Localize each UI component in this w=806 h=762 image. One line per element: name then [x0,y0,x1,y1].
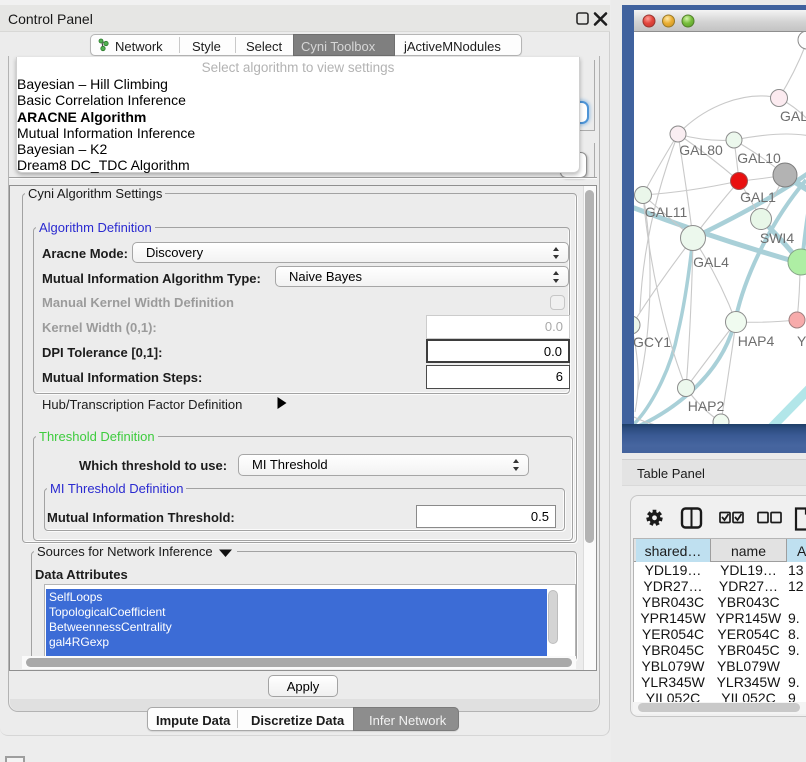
svg-text:GAL4: GAL4 [693,254,729,270]
svg-text:HAP2: HAP2 [688,398,725,414]
svg-text:HAP4: HAP4 [738,333,775,349]
svg-text:GAL7: GAL7 [780,108,806,124]
svg-text:GCY1: GCY1 [634,334,671,350]
svg-text:YJ: YJ [797,333,806,349]
svg-text:GAL10: GAL10 [737,150,781,166]
svg-text:GAL1: GAL1 [740,189,776,205]
svg-text:GAL11: GAL11 [645,204,688,220]
svg-text:SWI4: SWI4 [760,230,794,246]
svg-text:GAL80: GAL80 [679,142,723,158]
